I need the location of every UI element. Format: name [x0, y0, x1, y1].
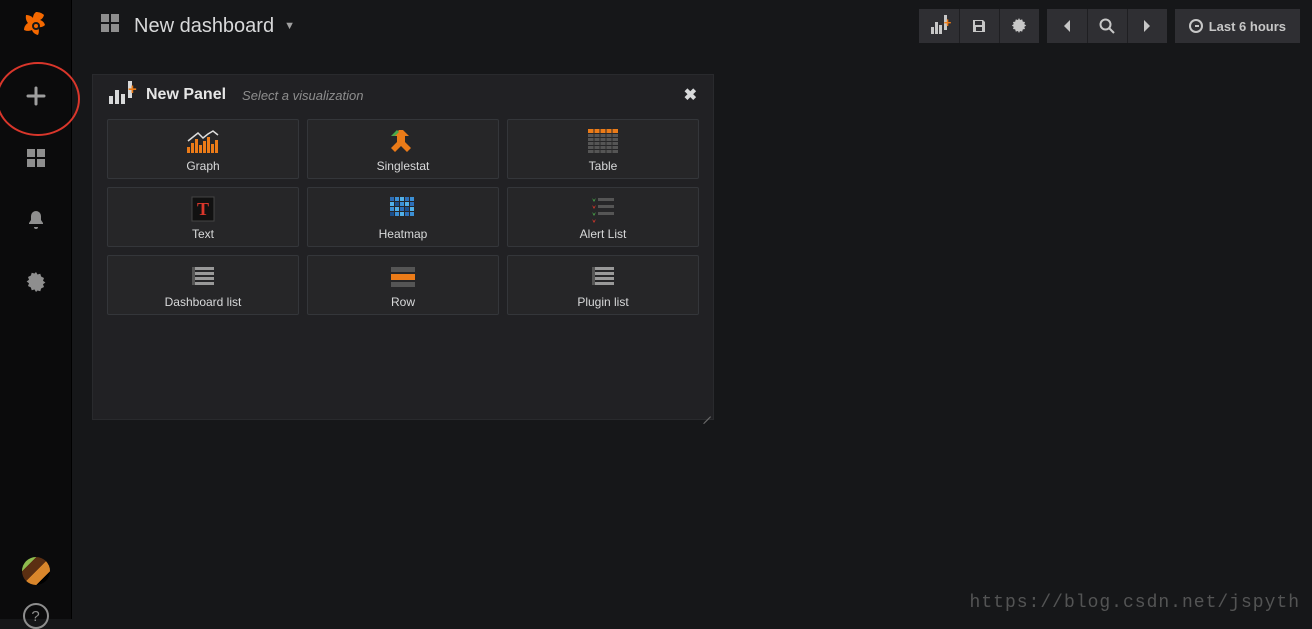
time-next-button[interactable] [1127, 9, 1167, 43]
viz-plugin-list[interactable]: Plugin list [507, 255, 699, 315]
time-range-label: Last 6 hours [1209, 19, 1286, 34]
bars-plus-icon: + [931, 19, 947, 34]
panel-header: + New Panel Select a visualization ✖ [93, 75, 713, 111]
chevron-right-icon [1142, 19, 1152, 33]
grafana-logo[interactable] [16, 6, 56, 46]
dashboard-list-icon [185, 262, 221, 292]
user-avatar[interactable] [22, 557, 50, 585]
viz-table[interactable]: Table [507, 119, 699, 179]
sidebar-item-dashboards[interactable] [16, 138, 56, 178]
panel-title: New Panel [146, 86, 226, 104]
main-content: + New Panel Select a visualization ✖ Gra… [72, 52, 1312, 619]
topbar: New dashboard ▼ + [72, 0, 1312, 52]
singlestat-icon [385, 126, 421, 156]
heatmap-icon [385, 194, 421, 224]
chevron-left-icon [1062, 19, 1072, 33]
topbar-actions: + Last 6 hours [919, 9, 1300, 43]
sidebar-item-alerting[interactable] [16, 200, 56, 240]
viz-label: Graph [186, 159, 219, 173]
visualization-grid: Graph Singlestat Table T Text [93, 111, 713, 329]
viz-dashboard-list[interactable]: Dashboard list [107, 255, 299, 315]
bell-icon [26, 209, 46, 231]
viz-singlestat[interactable]: Singlestat [307, 119, 499, 179]
resize-handle[interactable] [701, 407, 711, 417]
plugin-list-icon [585, 262, 621, 292]
viz-heatmap[interactable]: Heatmap [307, 187, 499, 247]
bars-plus-icon: + [109, 87, 132, 104]
plus-icon [25, 85, 47, 107]
viz-graph[interactable]: Graph [107, 119, 299, 179]
sidebar: ? [0, 0, 72, 619]
grafana-icon [20, 10, 52, 42]
viz-row[interactable]: Row [307, 255, 499, 315]
time-range-button[interactable]: Last 6 hours [1175, 9, 1300, 43]
save-button[interactable] [959, 9, 999, 43]
caret-down-icon: ▼ [284, 20, 295, 32]
text-icon: T [185, 194, 221, 224]
viz-label: Plugin list [577, 295, 628, 309]
add-panel-button[interactable]: + [919, 9, 959, 43]
viz-alert-list[interactable]: Alert List [507, 187, 699, 247]
sidebar-item-create[interactable] [16, 76, 56, 116]
settings-button[interactable] [999, 9, 1039, 43]
close-panel-button[interactable]: ✖ [684, 85, 697, 105]
gear-icon [1011, 18, 1027, 34]
viz-label: Singlestat [377, 159, 430, 173]
sidebar-nav [16, 76, 56, 302]
grid-icon [26, 148, 46, 168]
dashboard-grid-icon [100, 13, 120, 39]
dashboard-title-dropdown[interactable]: New dashboard ▼ [100, 13, 295, 39]
help-button[interactable]: ? [23, 603, 49, 629]
table-icon [585, 126, 621, 156]
viz-label: Alert List [580, 227, 627, 241]
watermark: https://blog.csdn.net/jspyth [970, 593, 1300, 613]
svg-text:T: T [197, 199, 209, 219]
graph-icon [185, 126, 221, 156]
dashboard-action-group: + [919, 9, 1039, 43]
alert-list-icon [585, 194, 621, 224]
clock-icon [1189, 19, 1203, 33]
time-prev-button[interactable] [1047, 9, 1087, 43]
row-icon [385, 262, 421, 292]
viz-text[interactable]: T Text [107, 187, 299, 247]
viz-label: Dashboard list [165, 295, 242, 309]
time-nav-group [1047, 9, 1167, 43]
new-panel: + New Panel Select a visualization ✖ Gra… [92, 74, 714, 420]
viz-label: Table [589, 159, 618, 173]
viz-label: Heatmap [379, 227, 428, 241]
save-icon [971, 18, 987, 34]
zoom-out-icon [1099, 18, 1115, 34]
viz-label: Text [192, 227, 214, 241]
zoom-out-button[interactable] [1087, 9, 1127, 43]
panel-subtitle: Select a visualization [242, 88, 363, 103]
viz-label: Row [391, 295, 415, 309]
dashboard-title: New dashboard [134, 15, 274, 38]
gear-icon [26, 272, 46, 292]
sidebar-item-configuration[interactable] [16, 262, 56, 302]
